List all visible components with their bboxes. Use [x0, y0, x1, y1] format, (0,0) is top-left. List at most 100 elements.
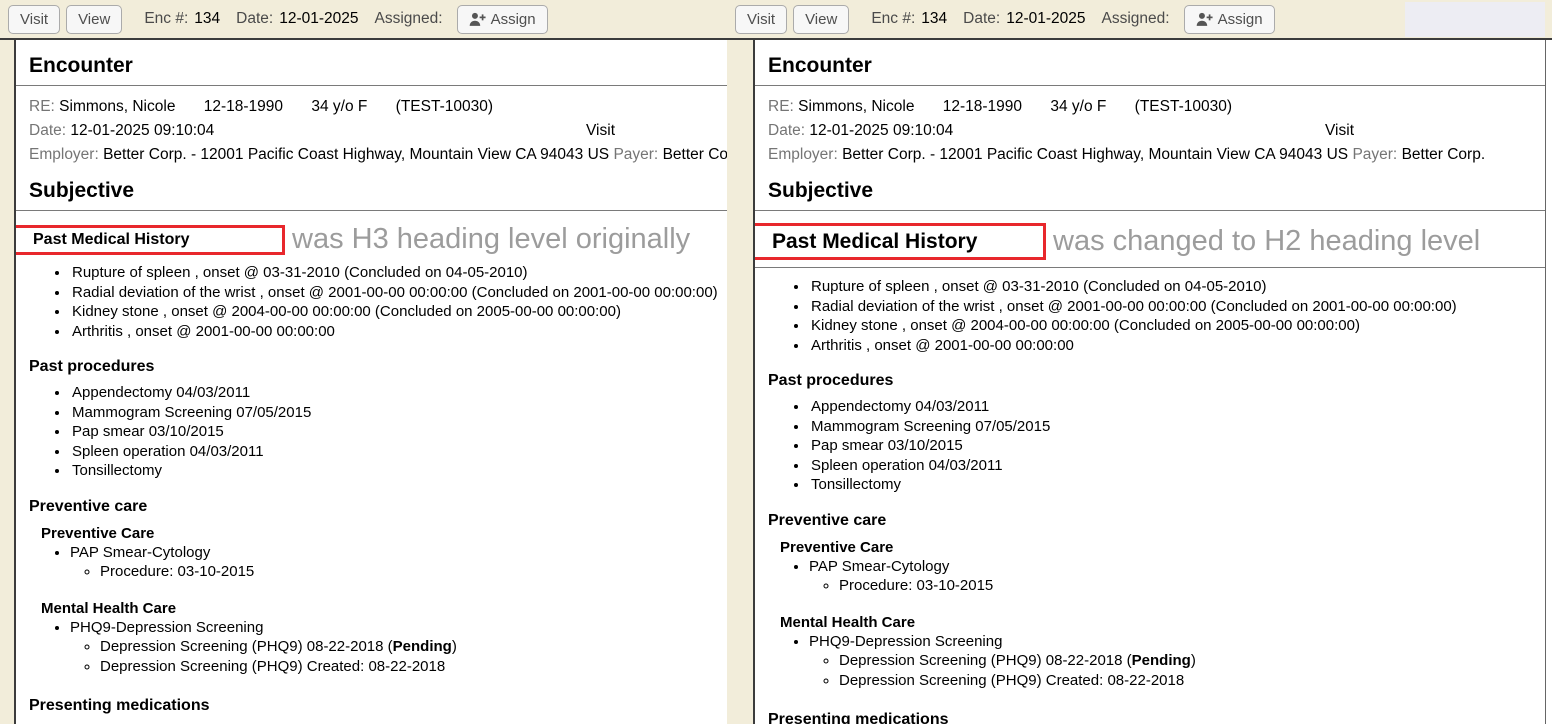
preventive-care-group: Preventive Care PAP Smear-Cytology Proce… [780, 539, 1545, 596]
care-group-title: Preventive Care [41, 525, 727, 542]
visit-category: Visit [1325, 119, 1354, 143]
past-procedures-list: Appendectomy 04/03/2011 Mammogram Screen… [768, 397, 1545, 495]
list-item: Pap smear 03/10/2015 [70, 422, 727, 442]
presenting-medications-heading: Presenting medications [29, 697, 727, 715]
preventive-care-heading: Preventive care [768, 512, 1545, 530]
cutoff-panel [1405, 2, 1545, 37]
date-line: Date: 12-01-2025 09:10:04 Visit [768, 119, 1545, 143]
list-item: Radial deviation of the wrist , onset @ … [70, 283, 727, 303]
employer-line: Employer: Better Corp. - 12001 Pacific C… [768, 143, 1545, 167]
care-group-title: Mental Health Care [41, 600, 727, 617]
visit-button[interactable]: Visit [8, 5, 60, 34]
list-item: Appendectomy 04/03/2011 [70, 383, 727, 403]
subjective-title: Subjective [768, 179, 1545, 203]
list-item: Rupture of spleen , onset @ 03-31-2010 (… [809, 277, 1545, 297]
employer-line: Employer: Better Corp. - 12001 Pacific C… [29, 143, 727, 167]
list-item: PAP Smear-Cytology Procedure: 03-10-2015 [70, 543, 727, 582]
annotation-red-box: Past Medical History [755, 223, 1046, 260]
list-item: Arthritis , onset @ 2001-00-00 00:00:00 [70, 322, 727, 342]
view-button[interactable]: View [793, 5, 849, 34]
page-gutter [727, 40, 755, 724]
list-item: Mammogram Screening 07/05/2015 [809, 417, 1545, 437]
patient-name: Simmons, Nicole [798, 98, 914, 115]
encounter-toolbar: Visit View Enc #: 134 Date: 12-01-2025 A… [0, 0, 727, 38]
list-item: PAP Smear-Cytology Procedure: 03-10-2015 [809, 557, 1545, 596]
enc-number: Enc #: 134 [871, 10, 947, 28]
preventive-care-group: Preventive Care PAP Smear-Cytology Proce… [41, 525, 727, 582]
patient-age-sex: 34 y/o F [311, 98, 367, 115]
person-plus-icon [1196, 12, 1213, 27]
list-item: Pap smear 03/10/2015 [809, 436, 1545, 456]
enc-date: Date: 12-01-2025 [963, 10, 1085, 28]
encounter-document: Encounter RE: Simmons, Nicole 12-18-1990… [755, 40, 1546, 724]
screenshot-pane-after: Visit View Enc #: 134 Date: 12-01-2025 A… [727, 0, 1552, 724]
annotation-note: was H3 heading level originally [292, 223, 690, 256]
encounter-title: Encounter [29, 54, 727, 78]
encounter-toolbar: Visit View Enc #: 134 Date: 12-01-2025 A… [727, 0, 1552, 38]
encounter-datetime: 12-01-2025 09:10:04 [809, 122, 953, 139]
payer-value: Better Corp. [663, 146, 727, 163]
pmh-annotation-row: Past Medical History was changed to H2 h… [755, 223, 1545, 260]
list-item: PHQ9-Depression Screening Depression Scr… [70, 618, 727, 677]
past-procedures-list: Appendectomy 04/03/2011 Mammogram Screen… [29, 383, 727, 481]
list-item: Kidney stone , onset @ 2004-00-00 00:00:… [809, 316, 1545, 336]
past-procedures-heading: Past procedures [29, 358, 727, 376]
patient-age-sex: 34 y/o F [1050, 98, 1106, 115]
patient-line: RE: Simmons, Nicole 12-18-1990 34 y/o F … [29, 95, 727, 119]
encounter-title: Encounter [768, 54, 1545, 78]
list-item: Depression Screening (PHQ9) Created: 08-… [839, 671, 1545, 691]
list-item: Radial deviation of the wrist , onset @ … [809, 297, 1545, 317]
subjective-title: Subjective [29, 179, 727, 203]
list-item: Depression Screening (PHQ9) 08-22-2018 (… [100, 637, 727, 657]
list-item: Kidney stone , onset @ 2004-00-00 00:00:… [70, 302, 727, 322]
patient-name: Simmons, Nicole [59, 98, 175, 115]
presenting-medications-heading: Presenting medications [768, 711, 1545, 724]
date-line: Date: 12-01-2025 09:10:04 Visit [29, 119, 727, 143]
list-item: Appendectomy 04/03/2011 [809, 397, 1545, 417]
list-item: Depression Screening (PHQ9) 08-22-2018 (… [839, 651, 1545, 671]
pmh-list: Rupture of spleen , onset @ 03-31-2010 (… [768, 277, 1545, 355]
mental-health-care-group: Mental Health Care PHQ9-Depression Scree… [41, 600, 727, 677]
assigned-label: Assigned: [1102, 10, 1176, 28]
patient-test-id: (TEST-10030) [1135, 98, 1232, 115]
pmh-heading-h3: Past Medical History [33, 231, 190, 249]
list-item: Arthritis , onset @ 2001-00-00 00:00:00 [809, 336, 1545, 356]
employer-value: Better Corp. - 12001 Pacific Coast Highw… [842, 146, 1348, 163]
divider [755, 210, 1545, 211]
view-button[interactable]: View [66, 5, 122, 34]
list-item: Rupture of spleen , onset @ 03-31-2010 (… [70, 263, 727, 283]
screenshot-pane-before: Visit View Enc #: 134 Date: 12-01-2025 A… [0, 0, 727, 724]
assign-button[interactable]: Assign [1184, 5, 1275, 34]
list-item: Procedure: 03-10-2015 [839, 576, 1545, 596]
divider [16, 210, 727, 211]
page-gutter [0, 40, 16, 724]
preventive-care-heading: Preventive care [29, 498, 727, 516]
list-item: Spleen operation 04/03/2011 [70, 442, 727, 462]
divider [755, 85, 1545, 86]
annotation-note: was changed to H2 heading level [1053, 225, 1480, 258]
assign-button[interactable]: Assign [457, 5, 548, 34]
encounter-datetime: 12-01-2025 09:10:04 [70, 122, 214, 139]
encounter-document: Encounter RE: Simmons, Nicole 12-18-1990… [16, 40, 727, 724]
list-item: Mammogram Screening 07/05/2015 [70, 403, 727, 423]
assigned-label: Assigned: [375, 10, 449, 28]
patient-test-id: (TEST-10030) [396, 98, 493, 115]
mental-health-care-group: Mental Health Care PHQ9-Depression Scree… [780, 614, 1545, 691]
list-item: PHQ9-Depression Screening Depression Scr… [809, 632, 1545, 691]
visit-button[interactable]: Visit [735, 5, 787, 34]
person-plus-icon [469, 12, 486, 27]
list-item: Spleen operation 04/03/2011 [809, 456, 1545, 476]
divider [755, 267, 1545, 268]
patient-dob: 12-18-1990 [204, 98, 283, 115]
list-item: Procedure: 03-10-2015 [100, 562, 727, 582]
past-procedures-heading: Past procedures [768, 372, 1545, 390]
patient-dob: 12-18-1990 [943, 98, 1022, 115]
pmh-annotation-row: Past Medical History was H3 heading leve… [16, 223, 727, 256]
list-item: Depression Screening (PHQ9) Created: 08-… [100, 657, 727, 677]
divider [16, 85, 727, 86]
visit-category: Visit [586, 119, 615, 143]
pmh-heading-h2: Past Medical History [772, 230, 977, 254]
enc-date: Date: 12-01-2025 [236, 10, 358, 28]
payer-value: Better Corp. [1402, 146, 1486, 163]
patient-line: RE: Simmons, Nicole 12-18-1990 34 y/o F … [768, 95, 1545, 119]
